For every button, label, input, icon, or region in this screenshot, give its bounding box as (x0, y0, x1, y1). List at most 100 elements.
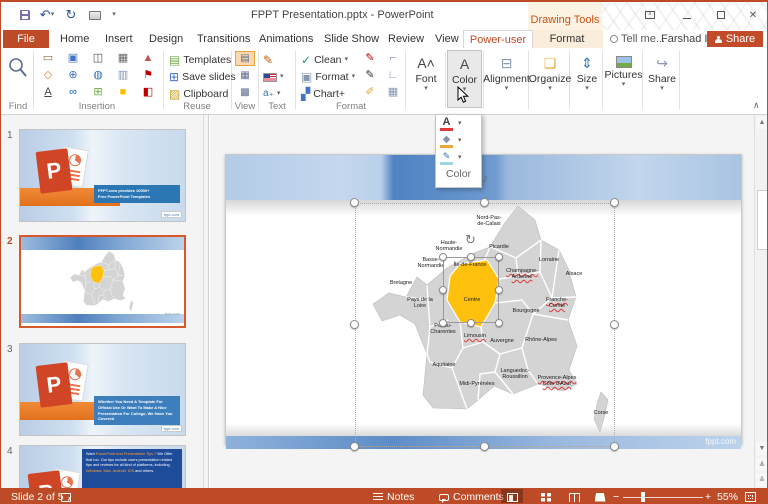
view-grid-button[interactable]: ▩ (235, 85, 255, 100)
previous-slide-button[interactable]: ≜ (756, 458, 768, 471)
clipboard-button[interactable]: ▨ Clipboard (169, 86, 228, 102)
tab-home[interactable]: Home (56, 30, 93, 48)
resize-handle-e[interactable] (610, 320, 619, 329)
resize-handle-se[interactable] (610, 442, 619, 451)
close-button[interactable]: ✕ (745, 8, 761, 22)
comments-button[interactable]: Comments (439, 488, 504, 504)
slide-thumbnail-1[interactable]: P FPPT.com provides 10000+ Free PowerPoi… (19, 129, 186, 222)
slide-thumbnail-4[interactable]: P Want PowerPoint And Presentation Tips … (19, 445, 186, 488)
share-button[interactable]: Share (707, 31, 763, 47)
alignment-menu-button[interactable]: ⊟ Alignment ▾ (485, 50, 528, 108)
tab-slideshow[interactable]: Slide Show (320, 30, 383, 48)
tab-view[interactable]: View (431, 30, 463, 48)
shape-handle-e[interactable] (495, 286, 503, 294)
outline-color-item[interactable]: ✎ ▾ (436, 149, 481, 166)
shape-rotate-handle[interactable]: ↻ (465, 233, 476, 246)
shape-handle-sw[interactable] (439, 319, 447, 327)
scroll-up-button[interactable]: ▲ (756, 116, 768, 129)
ribbon-display-options-button[interactable]: ˄ (642, 8, 658, 22)
tab-design[interactable]: Design (145, 30, 187, 48)
eyedropper-button[interactable]: ✎ (359, 68, 381, 84)
zoom-slider-thumb[interactable] (641, 492, 645, 502)
insert-chart-button[interactable]: ▥ (112, 68, 134, 84)
find-button[interactable] (7, 56, 29, 83)
reading-view-button[interactable] (563, 489, 585, 504)
templates-button[interactable]: ▤ Templates (169, 52, 231, 68)
organize-menu-button[interactable]: ❏ Organize ▾ (531, 50, 569, 108)
crop-corner-button[interactable]: ⌐ (382, 51, 404, 67)
size-menu-button[interactable]: ⇕ Size ▾ (572, 50, 602, 108)
font-menu-button[interactable]: A˄ Font ▾ (408, 50, 444, 108)
insert-screenshot-button[interactable]: ⊕ (62, 68, 84, 84)
centre-shape-selection[interactable] (443, 257, 499, 323)
slide-sorter-view-button[interactable] (535, 489, 557, 504)
fit-to-window-button[interactable] (745, 488, 756, 504)
slideshow-view-button[interactable] (589, 489, 611, 504)
insert-duplicate-slide-button[interactable]: ▣ (62, 51, 84, 67)
collapse-ribbon-button[interactable]: ∧ (753, 100, 760, 111)
table-format-button[interactable]: ▦ (382, 85, 404, 101)
zoom-out-button[interactable]: − (613, 488, 619, 504)
fill-color-item[interactable]: ◆ ▾ (436, 132, 481, 149)
maximize-button[interactable] (713, 8, 729, 22)
insert-textbox-button[interactable]: A (37, 85, 59, 101)
insert-shapes-colored-button[interactable]: ◧ (137, 85, 159, 101)
shape-handle-w[interactable] (439, 286, 447, 294)
customize-qat-button[interactable]: ▾ (107, 6, 121, 24)
view-notes-button[interactable]: ▦ (235, 68, 255, 83)
insert-globe-button[interactable]: ◍ (87, 68, 109, 84)
content-placeholder-selection[interactable] (355, 203, 615, 447)
slide-thumbnail-3[interactable]: P Whether You Need A Template For Offici… (19, 343, 186, 436)
font-color-item[interactable]: A ▾ (436, 115, 481, 132)
scrollbar-thumb[interactable] (757, 190, 768, 250)
highlighter-button[interactable]: ✎ (263, 52, 273, 68)
resize-handle-sw[interactable] (350, 442, 359, 451)
tab-transitions[interactable]: Transitions (193, 30, 254, 48)
start-slideshow-button[interactable] (87, 6, 103, 24)
insert-table-button[interactable]: ▦ (112, 51, 134, 67)
minimize-button[interactable] (679, 8, 695, 22)
tab-insert[interactable]: Insert (101, 30, 137, 48)
slide-thumbnail-2-selected[interactable]: fppt.com (19, 235, 186, 328)
share-menu-button[interactable]: ↪ Share ▾ (645, 50, 679, 108)
view-normal-button[interactable]: ▤ (235, 51, 255, 66)
insert-grid-button[interactable]: ⊞ (87, 85, 109, 101)
tab-format[interactable]: Format (538, 30, 596, 48)
pictures-menu-button[interactable]: Pictures ▾ (605, 50, 642, 108)
vertical-scrollbar[interactable]: ▲ ▼ ≜ ≙ (754, 115, 768, 488)
tab-animations[interactable]: Animations (255, 30, 317, 48)
scroll-down-button[interactable]: ▼ (756, 442, 768, 455)
resize-handle-nw[interactable] (350, 198, 359, 207)
zoom-level[interactable]: 55% (717, 488, 738, 504)
chart-plus-button[interactable]: ▞ Chart+ (301, 86, 345, 102)
normal-view-button[interactable] (501, 489, 523, 504)
spellcheck-button[interactable]: ✗ (61, 488, 71, 504)
resize-handle-ne[interactable] (610, 198, 619, 207)
next-slide-button[interactable]: ≙ (756, 473, 768, 486)
broom-button[interactable]: ✐ (359, 85, 381, 101)
zoom-in-button[interactable]: + (705, 488, 711, 504)
insert-pyramid-chart-button[interactable]: ▲ (137, 51, 159, 67)
shape-handle-nw[interactable] (439, 253, 447, 261)
shape-handle-ne[interactable] (495, 253, 503, 261)
tab-review[interactable]: Review (384, 30, 428, 48)
redo-button[interactable]: ↻ (63, 6, 79, 24)
zoom-slider-track[interactable] (623, 497, 703, 499)
undo-button[interactable]: ↶▾ (37, 6, 57, 24)
axes-button[interactable]: ∟ (382, 68, 404, 84)
notes-button[interactable]: Notes (373, 488, 414, 504)
language-flag-button[interactable]: ▾ (263, 69, 284, 85)
tab-power-user[interactable]: Power-user (463, 30, 533, 49)
resize-handle-w[interactable] (350, 320, 359, 329)
resize-handle-s[interactable] (480, 442, 489, 451)
insert-flag-button[interactable]: ⚑ (137, 68, 159, 84)
insert-placeholder-button[interactable]: ▭ (37, 51, 59, 67)
resize-handle-n[interactable] (480, 198, 489, 207)
insert-link-button[interactable]: ∞ (62, 85, 84, 101)
shape-handle-se[interactable] (495, 319, 503, 327)
insert-compare-button[interactable]: ◫ (87, 51, 109, 67)
insert-shapes-button[interactable]: ◇ (37, 68, 59, 84)
eyedropper-red-button[interactable]: ✎ (359, 51, 381, 67)
shape-handle-s[interactable] (467, 319, 475, 327)
translate-button[interactable]: a₊ ▾ (263, 86, 280, 102)
